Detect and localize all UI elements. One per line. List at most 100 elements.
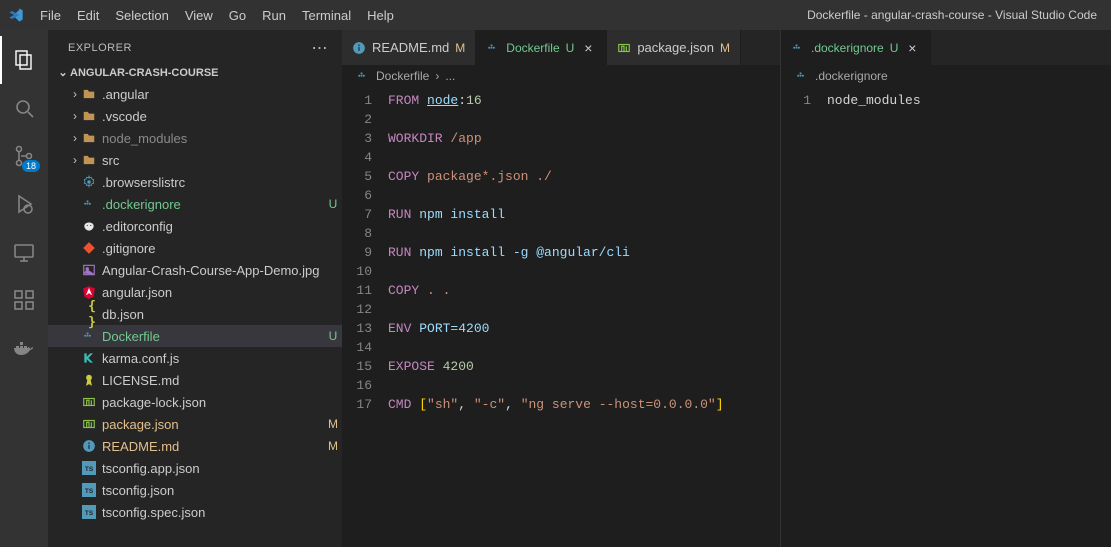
token-kw: EXPOSE — [388, 359, 435, 374]
file-row[interactable]: DockerfileU — [48, 325, 342, 347]
editor-tab[interactable]: package.jsonM — [607, 30, 741, 65]
line-number: 3 — [342, 129, 372, 148]
breadcrumb-item[interactable]: ... — [445, 69, 455, 83]
tabbar-left: README.mdMDockerfileU×package.jsonM — [342, 30, 780, 65]
line-number: 17 — [342, 395, 372, 414]
token-str: package*.json ./ — [427, 169, 552, 184]
file-row[interactable]: .gitignore — [48, 237, 342, 259]
token-cmd: npm install — [419, 207, 505, 222]
editor-area: README.mdMDockerfileU×package.jsonM Dock… — [342, 30, 1111, 547]
code-line[interactable]: ENV PORT=4200 — [388, 319, 780, 338]
file-row[interactable]: Angular-Crash-Course-App-Demo.jpg — [48, 259, 342, 281]
menu-file[interactable]: File — [32, 4, 69, 27]
activity-bar: 18 — [0, 30, 48, 547]
image-icon — [82, 263, 102, 277]
file-row[interactable]: package-lock.json — [48, 391, 342, 413]
editor-tab[interactable]: README.mdM — [342, 30, 476, 65]
extensions-icon[interactable] — [0, 276, 48, 324]
file-row[interactable]: TStsconfig.app.json — [48, 457, 342, 479]
menu-bar: File Edit Selection View Go Run Terminal… — [32, 4, 402, 27]
explorer-icon[interactable] — [0, 36, 48, 84]
code-line[interactable]: WORKDIR /app — [388, 129, 780, 148]
token-kw: COPY — [388, 283, 419, 298]
file-row[interactable]: .editorconfig — [48, 215, 342, 237]
code-line[interactable] — [388, 376, 780, 395]
breadcrumb-item[interactable]: Dockerfile — [376, 69, 429, 83]
code-left[interactable]: FROM node:16 WORKDIR /app COPY package*.js… — [384, 87, 780, 547]
menu-help[interactable]: Help — [359, 4, 402, 27]
menu-edit[interactable]: Edit — [69, 4, 107, 27]
code-line[interactable]: EXPOSE 4200 — [388, 357, 780, 376]
token-plain — [419, 93, 427, 108]
menu-go[interactable]: Go — [221, 4, 254, 27]
sidebar-section-header[interactable]: ANGULAR-CRASH-COURSE — [48, 62, 342, 83]
folder-row[interactable]: node_modules — [48, 127, 342, 149]
line-number: 10 — [342, 262, 372, 281]
folder-icon — [82, 131, 102, 145]
code-line[interactable] — [388, 148, 780, 167]
code-right[interactable]: node_modules — [823, 87, 1111, 547]
code-line[interactable] — [388, 338, 780, 357]
file-label: src — [102, 153, 324, 168]
breadcrumb-left[interactable]: Dockerfile › ... — [342, 65, 780, 87]
breadcrumb-item[interactable]: .dockerignore — [815, 69, 888, 83]
token-plain: , — [505, 397, 521, 412]
editor-left[interactable]: 1234567891011121314151617 FROM node:16WO… — [342, 87, 780, 547]
breadcrumb-right[interactable]: .dockerignore — [781, 65, 1111, 87]
close-icon[interactable]: × — [904, 40, 920, 56]
code-line[interactable]: CMD ["sh", "-c", "ng serve --host=0.0.0.… — [388, 395, 780, 414]
file-row[interactable]: .browserslistrc — [48, 171, 342, 193]
ts-icon: TS — [82, 461, 102, 475]
code-line[interactable]: node_modules — [827, 91, 1111, 110]
file-row[interactable]: { }db.json — [48, 303, 342, 325]
file-row[interactable]: README.mdM — [48, 435, 342, 457]
code-line[interactable] — [388, 224, 780, 243]
code-line[interactable] — [388, 186, 780, 205]
file-row[interactable]: package.jsonM — [48, 413, 342, 435]
folder-row[interactable]: .vscode — [48, 105, 342, 127]
code-line[interactable]: COPY package*.json ./ — [388, 167, 780, 186]
code-line[interactable]: RUN npm install — [388, 205, 780, 224]
menu-terminal[interactable]: Terminal — [294, 4, 359, 27]
run-debug-icon[interactable] — [0, 180, 48, 228]
token-kw: CMD — [388, 397, 411, 412]
editor-right[interactable]: 1 node_modules — [781, 87, 1111, 547]
docker-icon[interactable] — [0, 324, 48, 372]
sidebar-more-icon[interactable]: ⋯ — [312, 38, 329, 58]
ts-icon: TS — [82, 505, 102, 519]
docker-icon — [486, 41, 500, 55]
svg-text:TS: TS — [85, 466, 94, 473]
code-line[interactable] — [388, 110, 780, 129]
remote-icon[interactable] — [0, 228, 48, 276]
code-line[interactable] — [388, 262, 780, 281]
title-bar: File Edit Selection View Go Run Terminal… — [0, 0, 1111, 30]
npm-icon — [617, 41, 631, 55]
file-row[interactable]: TStsconfig.spec.json — [48, 501, 342, 523]
file-label: .angular — [102, 87, 324, 102]
code-line[interactable]: RUN npm install -g @angular/cli — [388, 243, 780, 262]
line-number: 11 — [342, 281, 372, 300]
token-arg: "-c" — [474, 397, 505, 412]
file-row[interactable]: karma.conf.js — [48, 347, 342, 369]
close-icon[interactable]: × — [580, 40, 596, 56]
code-line[interactable]: FROM node:16 — [388, 91, 780, 110]
git-icon — [82, 241, 102, 255]
menu-view[interactable]: View — [177, 4, 221, 27]
file-row[interactable]: .dockerignoreU — [48, 193, 342, 215]
folder-row[interactable]: .angular — [48, 83, 342, 105]
editor-tab[interactable]: .dockerignoreU× — [781, 30, 931, 65]
file-row[interactable]: LICENSE.md — [48, 369, 342, 391]
search-icon[interactable] — [0, 84, 48, 132]
file-row[interactable]: TStsconfig.json — [48, 479, 342, 501]
code-line[interactable]: COPY . . — [388, 281, 780, 300]
folder-row[interactable]: src — [48, 149, 342, 171]
source-control-icon[interactable]: 18 — [0, 132, 48, 180]
menu-run[interactable]: Run — [254, 4, 294, 27]
code-line[interactable] — [388, 300, 780, 319]
menu-selection[interactable]: Selection — [107, 4, 176, 27]
git-status: U — [324, 329, 342, 343]
file-label: Dockerfile — [102, 329, 324, 344]
file-tree: .angular .vscodenode_modulessrc .browsersl… — [48, 83, 342, 547]
editor-tab[interactable]: DockerfileU× — [476, 30, 607, 65]
file-label: .dockerignore — [102, 197, 324, 212]
